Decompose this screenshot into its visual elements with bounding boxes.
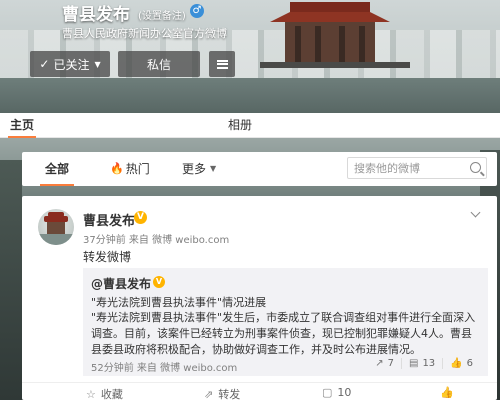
repost-body: "寿光法院到曹县执法事件"发生后，市委成立了联合调查组对事件进行全面深入调查。目… [91, 311, 476, 356]
chevron-down-icon: ▼ [210, 164, 217, 173]
star-icon: ☆ [86, 387, 96, 400]
tab-album[interactable]: 相册 [228, 113, 252, 137]
comment-icon: ▢ [322, 386, 333, 399]
post-text: 转发微博 [83, 250, 132, 264]
feed-card: 曹县发布 V 37分钟前 来自 微博 weibo.com 转发微博 @曹县发布 … [22, 196, 497, 400]
feed-filter-bar: 全部 🔥 热门 更多 ▼ [22, 152, 497, 186]
verified-icon: V [134, 211, 147, 224]
filter-all[interactable]: 全部 [39, 160, 75, 186]
post-author[interactable]: 曹县发布 [83, 210, 135, 229]
male-icon: ♂ [190, 4, 204, 18]
repost-title: "寿光法院到曹县执法事件"情况进展 [91, 296, 267, 309]
more-menu-button[interactable] [209, 51, 235, 77]
cover-trees-left [0, 160, 22, 400]
comment-icon: ▤ [408, 358, 419, 369]
search-box [347, 157, 487, 179]
hamburger-icon [216, 59, 228, 69]
set-remark-link[interactable]: (设置备注) [138, 7, 186, 22]
fire-icon: 🔥 [110, 162, 124, 175]
repost-stats: ↗ 7 ▤ 13 👍 6 [368, 358, 480, 369]
profile-name: 曹县发布 [62, 5, 130, 25]
favorite-button[interactable]: ☆ 收藏 [86, 386, 123, 400]
repost-comment-count[interactable]: ▤ 13 [400, 358, 442, 369]
search-input[interactable] [354, 158, 462, 178]
forward-button[interactable]: ⇗ 转发 [204, 386, 240, 400]
search-icon[interactable] [470, 162, 481, 173]
avatar[interactable] [38, 209, 74, 245]
profile-description: 曹县人民政府新闻办公室官方微博 [62, 27, 227, 40]
post-action-bar: ☆ 收藏 ⇗ 转发 ▢ 10 👍 [22, 382, 497, 400]
cover-pavilion [260, 2, 410, 68]
filter-more[interactable]: 更多 ▼ [182, 160, 216, 177]
message-label: 私信 [146, 57, 171, 72]
filter-hot[interactable]: 🔥 热门 [110, 160, 150, 177]
comment-button[interactable]: ▢ 10 [322, 386, 351, 399]
chevron-down-icon: ▼ [94, 59, 101, 69]
profile-tabbar: 主页 相册 [0, 113, 500, 138]
check-icon: ✓ [39, 57, 50, 71]
reposted-content: @曹县发布 V "寿光法院到曹县执法事件"情况进展 "寿光法院到曹县执法事件"发… [83, 268, 488, 376]
tab-home[interactable]: 主页 [7, 113, 37, 138]
filter-hot-label: 热门 [125, 162, 150, 176]
verified-icon: V [153, 276, 165, 288]
repost-meta: 52分钟前 来自 微博 weibo.com [91, 363, 238, 374]
filter-more-label: 更多 [182, 162, 207, 176]
forward-icon: ↗ [375, 358, 384, 369]
like-button[interactable]: 👍 [440, 386, 459, 399]
post-meta: 37分钟前 来自 微博 weibo.com [83, 235, 230, 246]
message-button[interactable]: 私信 [118, 51, 200, 77]
thumbs-up-icon: 👍 [450, 358, 463, 369]
followed-button[interactable]: ✓ 已关注 ▼ [30, 51, 110, 77]
forward-icon: ⇗ [204, 387, 214, 400]
followed-label: 已关注 [53, 57, 90, 72]
repost-author[interactable]: @曹县发布 [91, 275, 151, 292]
repost-forward-count[interactable]: ↗ 7 [368, 358, 401, 369]
post-options-chevron-icon[interactable] [470, 208, 482, 220]
thumbs-up-icon: 👍 [440, 386, 454, 399]
repost-like-count[interactable]: 👍 6 [442, 358, 480, 369]
